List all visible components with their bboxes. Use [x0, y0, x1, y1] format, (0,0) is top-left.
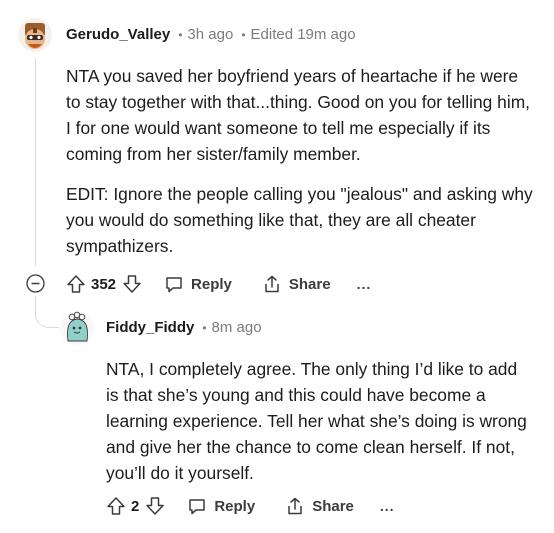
comment-edited: Edited 19m ago: [250, 26, 356, 43]
reply-actions: 2 Reply Share ...: [106, 494, 395, 518]
avatar[interactable]: [18, 18, 52, 52]
share-label: Share: [288, 275, 331, 293]
upvote-icon[interactable]: [66, 274, 86, 294]
comment-paragraph: EDIT: Ignore the people calling you "jea…: [66, 184, 533, 256]
collapse-icon[interactable]: [26, 274, 45, 293]
meta-separator: •: [178, 27, 183, 42]
reply-body: NTA, I completely agree. The only thing …: [106, 356, 534, 500]
meta-separator: •: [202, 320, 207, 335]
share-icon: [285, 496, 305, 516]
reply-label: Reply: [214, 497, 256, 515]
more-options-button[interactable]: ...: [380, 498, 395, 514]
thread-line[interactable]: [35, 58, 36, 266]
downvote-icon[interactable]: [122, 274, 142, 294]
comment-body: NTA you saved her boyfriend years of hea…: [66, 63, 536, 273]
share-label: Share: [312, 497, 354, 515]
meta-separator: •: [241, 27, 246, 42]
share-button[interactable]: Share: [285, 496, 354, 516]
comment-actions: 352 Reply Share ...: [66, 272, 371, 296]
reply-age[interactable]: 8m ago: [212, 319, 262, 336]
avatar[interactable]: [60, 311, 94, 345]
reply-thread-connector: [35, 296, 59, 328]
reply-label: Reply: [191, 275, 232, 293]
comment-meta: Gerudo_Valley • 3h ago • Edited 19m ago: [66, 26, 356, 43]
comment-author[interactable]: Gerudo_Valley: [66, 26, 170, 43]
vote-count: 352: [91, 275, 117, 293]
comment-paragraph: NTA you saved her boyfriend years of hea…: [66, 66, 531, 164]
upvote-icon[interactable]: [106, 496, 126, 516]
reply-icon: [164, 274, 184, 294]
reply-paragraph: NTA, I completely agree. The only thing …: [106, 359, 527, 483]
vote-count: 2: [131, 497, 140, 515]
share-icon: [262, 274, 282, 294]
more-options-button[interactable]: ...: [357, 276, 372, 292]
reply-button[interactable]: Reply: [187, 496, 255, 516]
share-button[interactable]: Share: [262, 274, 331, 294]
reply-meta: Fiddy_Fiddy • 8m ago: [106, 319, 262, 336]
reply-icon: [187, 496, 207, 516]
reply-author[interactable]: Fiddy_Fiddy: [106, 319, 194, 336]
downvote-icon[interactable]: [145, 496, 165, 516]
reply-button[interactable]: Reply: [164, 274, 232, 294]
comment-age[interactable]: 3h ago: [187, 26, 233, 43]
